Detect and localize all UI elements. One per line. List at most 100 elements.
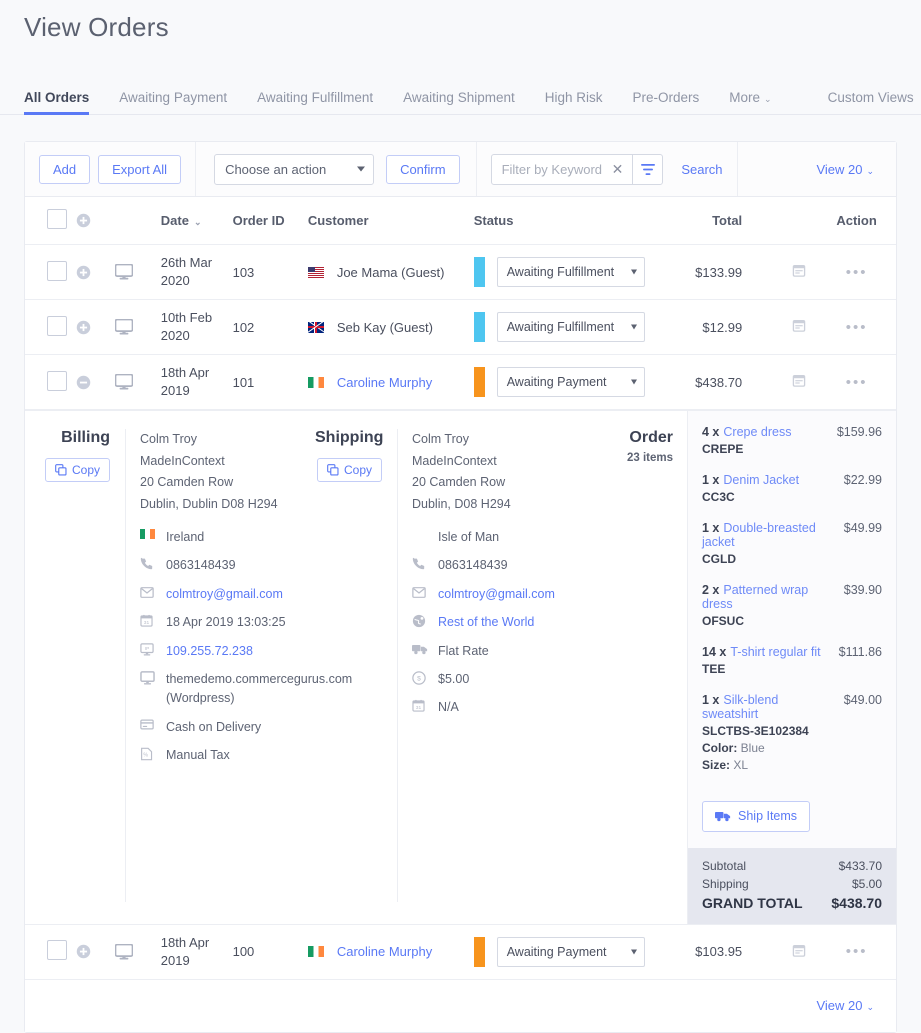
confirm-button[interactable]: Confirm: [386, 154, 460, 184]
line-sku: OFSUC: [702, 614, 744, 628]
flag-ie-icon: [307, 376, 324, 388]
line-qty: 2 x: [702, 583, 720, 597]
tab-awaiting-fulfillment[interactable]: Awaiting Fulfillment: [257, 90, 373, 114]
plus-circle-icon[interactable]: [76, 944, 114, 959]
row-checkbox[interactable]: [47, 940, 67, 960]
shipping-address: Colm Troy MadeInContext 20 Camden Row Dubli…: [412, 432, 511, 511]
tab-all-orders[interactable]: All Orders: [24, 90, 90, 115]
row-checkbox[interactable]: [47, 370, 67, 391]
row-calendar-icon[interactable]: [792, 373, 806, 388]
line-sku: SLCTBS-3E102384: [702, 724, 809, 738]
billing-field-value: Manual Tax: [166, 748, 230, 762]
tab-awaiting-shipment[interactable]: Awaiting Shipment: [403, 90, 515, 114]
row-customer-cell: Joe Mama (Guest): [307, 244, 474, 300]
row-customer-name: Seb Kay (Guest): [336, 319, 433, 335]
table-row: 26th Mar 2020 103 Joe Mama (Guest) Await…: [25, 244, 896, 300]
status-color-bar: [473, 257, 485, 287]
plus-circle-icon[interactable]: [76, 265, 114, 280]
shipping-field-value[interactable]: colmtroy@gmail.com: [438, 585, 555, 604]
shipping-field-value: Flat Rate: [438, 643, 489, 658]
desktop-icon: [114, 943, 161, 960]
tab-awaiting-payment[interactable]: Awaiting Payment: [119, 90, 227, 114]
tab-pre-orders[interactable]: Pre-Orders: [633, 90, 700, 114]
row-order-id-cell: 102: [232, 299, 308, 355]
filter-icon[interactable]: [632, 154, 662, 184]
line-sku: TEE: [702, 662, 726, 676]
row-checkbox[interactable]: [47, 260, 67, 281]
row-action-cell: •••: [827, 244, 896, 300]
row-customer-name[interactable]: Caroline Murphy: [337, 375, 432, 390]
billing-field-value[interactable]: 109.255.72.238: [166, 642, 253, 661]
row-checkbox[interactable]: [47, 315, 67, 336]
tab-high-risk[interactable]: High Risk: [545, 90, 603, 114]
monitor-icon: [140, 670, 166, 685]
plus-circle-icon[interactable]: [76, 320, 114, 335]
tab-custom-views[interactable]: Custom Views: [828, 90, 914, 114]
line-product-link[interactable]: Crepe dress: [723, 425, 791, 439]
expand-all-icon[interactable]: [76, 213, 114, 228]
row-expand-cell: [76, 244, 115, 300]
line-price: $22.99: [843, 473, 882, 487]
order-section: Order 23 items 4 x Crepe dress $159.96 CR…: [607, 411, 896, 924]
search-button[interactable]: Search: [681, 162, 722, 177]
row-actions-menu-icon[interactable]: •••: [846, 319, 868, 336]
row-device-cell: [114, 924, 161, 980]
choose-action-select[interactable]: Choose an action: [214, 153, 375, 185]
select-all-checkbox[interactable]: [47, 209, 67, 229]
line-product-link[interactable]: Denim Jacket: [723, 473, 799, 487]
chevron-down-icon: [630, 324, 637, 330]
footer-view-count-dropdown[interactable]: View 20 ⌄: [816, 998, 874, 1013]
row-order-id-cell: 101: [232, 354, 308, 410]
billing-copy-button[interactable]: Copy: [44, 458, 110, 482]
phone-icon: [412, 556, 438, 570]
date-header-label: Date: [160, 213, 189, 228]
row-customer-name[interactable]: Caroline Murphy: [337, 944, 432, 959]
row-actions-menu-icon[interactable]: •••: [846, 943, 868, 960]
order-line-top: 1 x Double-breasted jacket $49.99: [702, 521, 882, 549]
calendar-header: [770, 197, 828, 245]
ship-items-button[interactable]: Ship Items: [702, 801, 811, 832]
row-actions-menu-icon[interactable]: •••: [846, 374, 868, 391]
row-calendar-icon[interactable]: [792, 263, 806, 278]
row-calendar-icon[interactable]: [792, 943, 806, 958]
shipping-copy-button[interactable]: Copy: [316, 458, 382, 482]
export-all-button[interactable]: Export All: [98, 154, 182, 184]
line-price: $111.86: [838, 645, 882, 659]
line-product-link[interactable]: T-shirt regular fit: [730, 645, 820, 659]
chevron-down-icon: ⌄: [866, 165, 874, 176]
orders-toolbar: Add Export All Choose an action Confirm …: [25, 142, 896, 197]
date-header[interactable]: Date ⌄: [160, 197, 233, 245]
row-date: 18th Apr 2019: [160, 934, 210, 968]
svg-text:%: %: [143, 752, 148, 758]
row-actions-menu-icon[interactable]: •••: [846, 264, 868, 281]
row-device-cell: [114, 299, 161, 355]
line-sku: CC3C: [702, 490, 735, 504]
status-select[interactable]: Awaiting Fulfillment: [496, 312, 645, 342]
view-count-dropdown[interactable]: View 20 ⌄: [816, 162, 874, 177]
minus-circle-icon[interactable]: [76, 375, 114, 390]
shipping-field: 31 N/A: [412, 698, 607, 717]
row-expand-cell: [76, 924, 115, 980]
add-button[interactable]: Add: [39, 154, 91, 184]
shipping-body: Colm Troy MadeInContext 20 Camden Row Dubli…: [397, 429, 607, 902]
billing-field-value[interactable]: colmtroy@gmail.com: [166, 585, 283, 604]
tab-label: Awaiting Payment: [119, 90, 228, 105]
shipping-field-value[interactable]: Rest of the World: [438, 613, 534, 632]
tab-label: Awaiting Fulfillment: [257, 90, 374, 105]
row-calendar-icon[interactable]: [792, 318, 806, 333]
shipping-field-value: 0863148439: [438, 558, 508, 573]
status-select[interactable]: Awaiting Payment: [496, 367, 645, 397]
status-select[interactable]: Awaiting Payment: [496, 936, 645, 967]
row-date-cell: 18th Apr 2019: [160, 924, 233, 980]
tab-label: All Orders: [24, 90, 90, 105]
line-option: Color: Blue: [702, 741, 882, 755]
clear-filter-icon[interactable]: ✕: [610, 162, 633, 176]
tab-more[interactable]: More ⌄: [729, 90, 771, 114]
row-select-cell: [25, 299, 77, 355]
row-calendar-cell: [770, 354, 828, 410]
select-all-header: [25, 197, 77, 245]
status-select[interactable]: Awaiting Fulfillment: [496, 257, 645, 287]
row-select-cell: [25, 354, 77, 410]
filter-input[interactable]: [491, 161, 610, 177]
flag-uk-icon: [307, 321, 324, 333]
